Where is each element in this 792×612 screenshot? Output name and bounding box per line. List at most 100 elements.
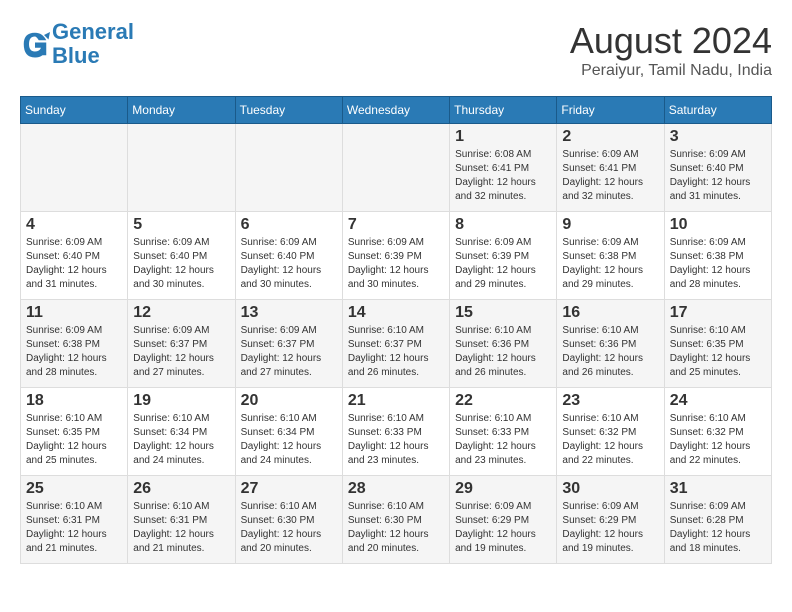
day-info: Sunrise: 6:09 AM Sunset: 6:39 PM Dayligh… bbox=[455, 236, 551, 292]
day-number: 26 bbox=[133, 480, 229, 498]
title-block: August 2024 Peraiyur, Tamil Nadu, India bbox=[570, 20, 772, 80]
calendar-cell: 11Sunrise: 6:09 AM Sunset: 6:38 PM Dayli… bbox=[21, 300, 128, 388]
day-info: Sunrise: 6:09 AM Sunset: 6:40 PM Dayligh… bbox=[26, 236, 122, 292]
day-info: Sunrise: 6:10 AM Sunset: 6:34 PM Dayligh… bbox=[133, 412, 229, 468]
calendar-cell: 19 Sunrise: 6:10 AM Sunset: 6:34 PM Dayli… bbox=[128, 388, 235, 476]
logo-line1: General bbox=[52, 19, 134, 44]
day-info: Sunrise: 6:09 AM Sunset: 6:37 PM Dayligh… bbox=[241, 324, 337, 380]
day-number: 17 bbox=[670, 304, 766, 322]
calendar-cell: 6 Sunrise: 6:09 AM Sunset: 6:40 PM Daylig… bbox=[235, 212, 342, 300]
calendar-cell: 2 Sunrise: 6:09 AM Sunset: 6:41 PM Daylig… bbox=[557, 124, 664, 212]
day-number: 1 bbox=[455, 128, 551, 146]
day-info: Sunrise: 6:10 AM Sunset: 6:31 PM Dayligh… bbox=[133, 500, 229, 556]
day-number: 19 bbox=[133, 392, 229, 410]
day-number: 25 bbox=[26, 480, 122, 498]
calendar-week-1: 1 Sunrise: 6:08 AM Sunset: 6:41 PM Daylig… bbox=[21, 124, 772, 212]
day-number: 24 bbox=[670, 392, 766, 410]
day-number: 6 bbox=[241, 216, 337, 234]
calendar-cell bbox=[128, 124, 235, 212]
calendar-cell: 15 Sunrise: 6:10 AM Sunset: 6:36 PM Dayli… bbox=[450, 300, 557, 388]
calendar-table: SundayMondayTuesdayWednesdayThursdayFrid… bbox=[20, 96, 772, 564]
calendar-header: SundayMondayTuesdayWednesdayThursdayFrid… bbox=[21, 97, 772, 124]
day-number: 5 bbox=[133, 216, 229, 234]
calendar-cell: 18 Sunrise: 6:10 AM Sunset: 6:35 PM Dayli… bbox=[21, 388, 128, 476]
logo-icon bbox=[20, 29, 50, 59]
calendar-cell bbox=[21, 124, 128, 212]
calendar-cell: 7 Sunrise: 6:09 AM Sunset: 6:39 PM Daylig… bbox=[342, 212, 449, 300]
day-number: 2 bbox=[562, 128, 658, 146]
day-info: Sunrise: 6:10 AM Sunset: 6:30 PM Dayligh… bbox=[241, 500, 337, 556]
header-day-sunday: Sunday bbox=[21, 97, 128, 124]
calendar-cell: 13 Sunrise: 6:09 AM Sunset: 6:37 PM Dayli… bbox=[235, 300, 342, 388]
day-number: 7 bbox=[348, 216, 444, 234]
calendar-cell: 1 Sunrise: 6:08 AM Sunset: 6:41 PM Daylig… bbox=[450, 124, 557, 212]
day-number: 31 bbox=[670, 480, 766, 498]
day-number: 14 bbox=[348, 304, 444, 322]
header-day-wednesday: Wednesday bbox=[342, 97, 449, 124]
calendar-cell: 17 Sunrise: 6:10 AM Sunset: 6:35 PM Dayli… bbox=[664, 300, 771, 388]
day-info: Sunrise: 6:09 AM Sunset: 6:38 PM Dayligh… bbox=[26, 324, 122, 380]
day-info: Sunrise: 6:10 AM Sunset: 6:34 PM Dayligh… bbox=[241, 412, 337, 468]
day-info: Sunrise: 6:10 AM Sunset: 6:32 PM Dayligh… bbox=[562, 412, 658, 468]
day-number: 10 bbox=[670, 216, 766, 234]
logo-text: General Blue bbox=[52, 20, 134, 68]
day-info: Sunrise: 6:10 AM Sunset: 6:31 PM Dayligh… bbox=[26, 500, 122, 556]
calendar-week-4: 18 Sunrise: 6:10 AM Sunset: 6:35 PM Dayli… bbox=[21, 388, 772, 476]
day-number: 12 bbox=[133, 304, 229, 322]
calendar-cell: 20Sunrise: 6:10 AM Sunset: 6:34 PM Dayli… bbox=[235, 388, 342, 476]
day-number: 23 bbox=[562, 392, 658, 410]
day-info: Sunrise: 6:09 AM Sunset: 6:40 PM Dayligh… bbox=[133, 236, 229, 292]
day-info: Sunrise: 6:10 AM Sunset: 6:37 PM Dayligh… bbox=[348, 324, 444, 380]
day-info: Sunrise: 6:09 AM Sunset: 6:28 PM Dayligh… bbox=[670, 500, 766, 556]
day-info: Sunrise: 6:09 AM Sunset: 6:40 PM Dayligh… bbox=[670, 148, 766, 204]
calendar-cell: 3 Sunrise: 6:09 AM Sunset: 6:40 PM Daylig… bbox=[664, 124, 771, 212]
page-header: General Blue August 2024 Peraiyur, Tamil… bbox=[20, 20, 772, 80]
header-day-monday: Monday bbox=[128, 97, 235, 124]
day-info: Sunrise: 6:08 AM Sunset: 6:41 PM Dayligh… bbox=[455, 148, 551, 204]
calendar-cell: 27 Sunrise: 6:10 AM Sunset: 6:30 PM Dayli… bbox=[235, 476, 342, 564]
calendar-cell: 26 Sunrise: 6:10 AM Sunset: 6:31 PM Dayli… bbox=[128, 476, 235, 564]
day-info: Sunrise: 6:09 AM Sunset: 6:41 PM Dayligh… bbox=[562, 148, 658, 204]
day-info: Sunrise: 6:09 AM Sunset: 6:39 PM Dayligh… bbox=[348, 236, 444, 292]
day-number: 15 bbox=[455, 304, 551, 322]
day-info: Sunrise: 6:10 AM Sunset: 6:35 PM Dayligh… bbox=[670, 324, 766, 380]
calendar-cell: 12Sunrise: 6:09 AM Sunset: 6:37 PM Dayli… bbox=[128, 300, 235, 388]
calendar-body: 1 Sunrise: 6:08 AM Sunset: 6:41 PM Daylig… bbox=[21, 124, 772, 564]
day-info: Sunrise: 6:10 AM Sunset: 6:36 PM Dayligh… bbox=[455, 324, 551, 380]
calendar-cell: 21Sunrise: 6:10 AM Sunset: 6:33 PM Dayli… bbox=[342, 388, 449, 476]
calendar-cell: 31 Sunrise: 6:09 AM Sunset: 6:28 PM Dayli… bbox=[664, 476, 771, 564]
day-number: 29 bbox=[455, 480, 551, 498]
calendar-cell: 10 Sunrise: 6:09 AM Sunset: 6:38 PM Dayli… bbox=[664, 212, 771, 300]
calendar-cell: 14 Sunrise: 6:10 AM Sunset: 6:37 PM Dayli… bbox=[342, 300, 449, 388]
header-day-thursday: Thursday bbox=[450, 97, 557, 124]
day-info: Sunrise: 6:09 AM Sunset: 6:40 PM Dayligh… bbox=[241, 236, 337, 292]
calendar-cell: 23 Sunrise: 6:10 AM Sunset: 6:32 PM Dayli… bbox=[557, 388, 664, 476]
calendar-cell bbox=[235, 124, 342, 212]
day-number: 8 bbox=[455, 216, 551, 234]
day-number: 28 bbox=[348, 480, 444, 498]
calendar-cell: 25 Sunrise: 6:10 AM Sunset: 6:31 PM Dayli… bbox=[21, 476, 128, 564]
day-number: 9 bbox=[562, 216, 658, 234]
calendar-cell: 30Sunrise: 6:09 AM Sunset: 6:29 PM Dayli… bbox=[557, 476, 664, 564]
day-number: 3 bbox=[670, 128, 766, 146]
calendar-cell: 8 Sunrise: 6:09 AM Sunset: 6:39 PM Daylig… bbox=[450, 212, 557, 300]
calendar-cell: 9 Sunrise: 6:09 AM Sunset: 6:38 PM Daylig… bbox=[557, 212, 664, 300]
day-number: 22 bbox=[455, 392, 551, 410]
header-day-friday: Friday bbox=[557, 97, 664, 124]
day-info: Sunrise: 6:10 AM Sunset: 6:32 PM Dayligh… bbox=[670, 412, 766, 468]
day-info: Sunrise: 6:09 AM Sunset: 6:38 PM Dayligh… bbox=[670, 236, 766, 292]
calendar-week-2: 4Sunrise: 6:09 AM Sunset: 6:40 PM Daylig… bbox=[21, 212, 772, 300]
header-row: SundayMondayTuesdayWednesdayThursdayFrid… bbox=[21, 97, 772, 124]
calendar-cell: 5 Sunrise: 6:09 AM Sunset: 6:40 PM Daylig… bbox=[128, 212, 235, 300]
day-info: Sunrise: 6:09 AM Sunset: 6:38 PM Dayligh… bbox=[562, 236, 658, 292]
logo: General Blue bbox=[20, 20, 134, 68]
day-number: 13 bbox=[241, 304, 337, 322]
day-info: Sunrise: 6:10 AM Sunset: 6:33 PM Dayligh… bbox=[455, 412, 551, 468]
calendar-cell: 16Sunrise: 6:10 AM Sunset: 6:36 PM Dayli… bbox=[557, 300, 664, 388]
calendar-cell: 28Sunrise: 6:10 AM Sunset: 6:30 PM Dayli… bbox=[342, 476, 449, 564]
day-number: 27 bbox=[241, 480, 337, 498]
day-number: 18 bbox=[26, 392, 122, 410]
day-info: Sunrise: 6:10 AM Sunset: 6:35 PM Dayligh… bbox=[26, 412, 122, 468]
calendar-week-5: 25 Sunrise: 6:10 AM Sunset: 6:31 PM Dayli… bbox=[21, 476, 772, 564]
day-number: 21 bbox=[348, 392, 444, 410]
